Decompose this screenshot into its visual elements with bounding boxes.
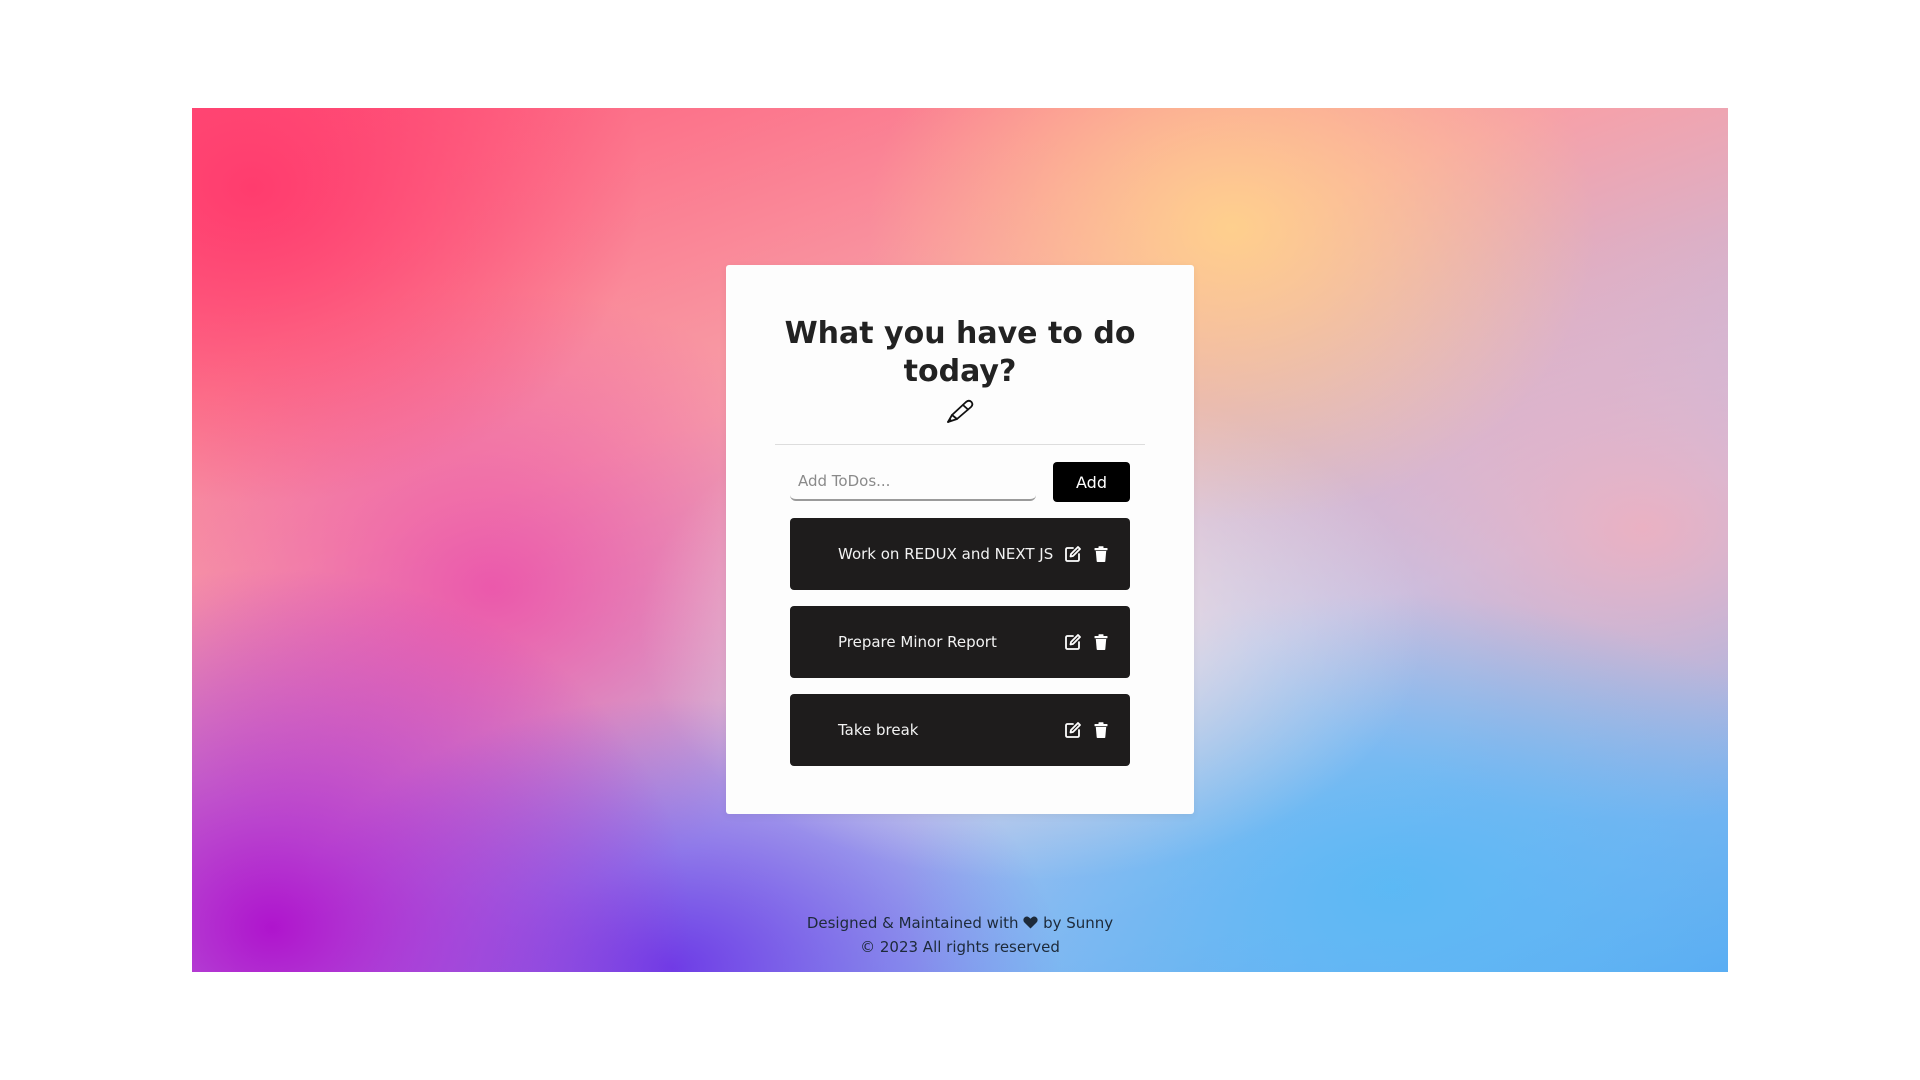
todo-item: Work on REDUX and NEXT JS bbox=[790, 518, 1130, 590]
page-title: What you have to do today? bbox=[784, 316, 1136, 389]
footer-credits: Designed & Maintained with by Sunny bbox=[0, 911, 1920, 935]
todo-item: Prepare Minor Report bbox=[790, 606, 1130, 678]
heart-icon bbox=[1023, 916, 1038, 929]
todo-card: What you have to do today? Add Work on R… bbox=[726, 265, 1194, 814]
todo-text: Prepare Minor Report bbox=[838, 633, 997, 651]
footer: Designed & Maintained with by Sunny © 20… bbox=[0, 911, 1920, 959]
edit-icon[interactable] bbox=[1064, 633, 1082, 651]
trash-icon[interactable] bbox=[1092, 633, 1110, 651]
todo-actions bbox=[1064, 545, 1110, 563]
add-button[interactable]: Add bbox=[1053, 462, 1130, 502]
footer-credits-prefix: Designed & Maintained with bbox=[806, 914, 1019, 932]
divider bbox=[775, 444, 1145, 445]
todo-text: Work on REDUX and NEXT JS bbox=[838, 545, 1054, 563]
pen-icon bbox=[947, 399, 974, 423]
todo-actions bbox=[1064, 633, 1110, 651]
trash-icon[interactable] bbox=[1092, 721, 1110, 739]
footer-copyright: © 2023 All rights reserved bbox=[860, 938, 1060, 956]
todo-text: Take break bbox=[838, 721, 919, 739]
footer-credits-suffix: by Sunny bbox=[1043, 914, 1114, 932]
trash-icon[interactable] bbox=[1092, 545, 1110, 563]
todo-list: Work on REDUX and NEXT JS Prepare Minor … bbox=[790, 518, 1130, 782]
edit-icon[interactable] bbox=[1064, 545, 1082, 563]
todo-actions bbox=[1064, 721, 1110, 739]
edit-icon[interactable] bbox=[1064, 721, 1082, 739]
add-todo-input[interactable] bbox=[790, 463, 1036, 501]
todo-item: Take break bbox=[790, 694, 1130, 766]
